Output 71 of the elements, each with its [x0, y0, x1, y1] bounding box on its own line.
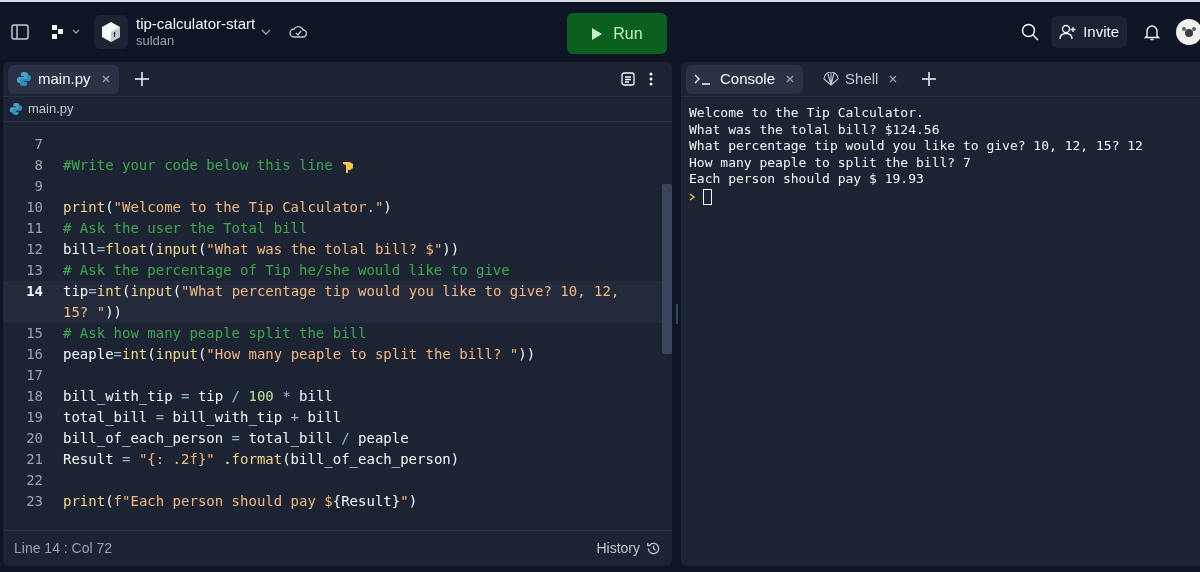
line-number: 22	[25, 471, 43, 490]
console-tab[interactable]: Shell	[815, 64, 907, 94]
invite-button[interactable]: Invite	[1051, 16, 1127, 48]
line-number: 7	[33, 135, 43, 154]
close-icon[interactable]	[100, 74, 111, 84]
history-icon	[646, 541, 661, 556]
console-output-line: How many peaple to split the bill? 7	[689, 154, 972, 171]
line-number: 12	[25, 240, 43, 259]
python-icon	[9, 102, 23, 116]
line-number: 20	[25, 429, 43, 448]
repl-name[interactable]: tip-calculator-start	[136, 14, 256, 34]
code-line: print("Welcome to the Tip Calculator.")	[63, 198, 393, 217]
console-output-line: Welcome to the Tip Calculator.	[689, 105, 925, 122]
avatar-icon[interactable]	[1176, 19, 1200, 45]
code-line: bill=float(input("What was the tolal bill? $"))	[63, 240, 461, 259]
code-line: peaple=int(input("How many peaple to split the bill? "))	[63, 345, 537, 364]
console-tab[interactable]: Console	[686, 64, 804, 94]
code-line: tip=int(input("What percentage tip would you like to give? 10, 12, 15? "))	[63, 282, 621, 322]
close-icon[interactable]	[888, 74, 899, 84]
add-tab-icon[interactable]	[922, 72, 937, 86]
history-button[interactable]: History	[596, 538, 661, 559]
python-icon	[16, 71, 32, 87]
run-button[interactable]: Run	[567, 13, 667, 54]
format-icon[interactable]	[621, 72, 635, 86]
file-tab[interactable]: main.py	[8, 64, 119, 94]
line-number: 10	[25, 198, 43, 217]
cursor-position: Line 14 : Col 72	[14, 539, 113, 558]
line-number: 23	[25, 492, 43, 511]
resize-handle[interactable]	[675, 304, 678, 324]
text-cursor	[703, 188, 712, 205]
bell-icon[interactable]	[1144, 23, 1160, 41]
more-options-icon[interactable]	[649, 72, 653, 86]
close-icon[interactable]	[785, 74, 796, 84]
add-person-icon	[1059, 24, 1078, 40]
line-number: 18	[25, 387, 43, 406]
chevron-down-icon[interactable]	[261, 29, 272, 35]
sidebar-toggle-icon[interactable]	[11, 24, 29, 40]
line-number: 8	[33, 156, 43, 175]
shell-icon	[823, 72, 840, 86]
console-output-line: Each person should pay $ 19.93	[689, 171, 925, 188]
owner-name: suldan	[136, 33, 176, 50]
line-number: 16	[25, 345, 43, 364]
line-number: 13	[25, 261, 43, 280]
pointing-hand-icon	[341, 159, 356, 173]
code-line: bill_of_each_person = total_bill / peaple	[63, 429, 410, 449]
line-number: 19	[25, 408, 43, 427]
line-number: 17	[25, 366, 43, 385]
console-output-line: What percentage tip would you like to give? 10, 12, 15? 12	[689, 138, 1144, 155]
code-line: print(f"Each person should pay ${Result}")	[63, 492, 419, 511]
code-line: total_bill = bill_with_tip + bill	[63, 408, 343, 428]
code-line: Result = "{: .2f}" .format(bill_of_each_person)	[63, 450, 461, 470]
breadcrumb[interactable]: main.py	[28, 99, 74, 119]
line-number: 21	[25, 450, 43, 469]
search-icon[interactable]	[1021, 23, 1040, 41]
line-number: 14	[25, 282, 43, 301]
scrollbar[interactable]	[662, 184, 672, 354]
workspace-menu-icon[interactable]	[52, 24, 82, 40]
code-line: # Ask the percentage of Tip he/she would like to give	[63, 261, 511, 280]
play-icon	[591, 26, 604, 41]
code-line: bill_with_tip = tip / 100 * bill	[63, 387, 334, 407]
add-tab-icon[interactable]	[134, 72, 149, 86]
console-output-line: What was the tolal bill? $124.56	[689, 121, 941, 138]
code-line: # Ask how many peaple split the bill	[63, 324, 368, 343]
prompt-icon	[689, 192, 695, 201]
code-line: # Ask the user the Total bill	[63, 219, 309, 238]
line-number: 15	[25, 324, 43, 343]
line-number: 11	[25, 219, 43, 238]
cloud-check-icon	[289, 25, 308, 39]
line-number: 9	[33, 177, 43, 196]
repl-cube-icon[interactable]	[94, 15, 128, 49]
code-line: #Write your code below this line	[63, 155, 648, 176]
